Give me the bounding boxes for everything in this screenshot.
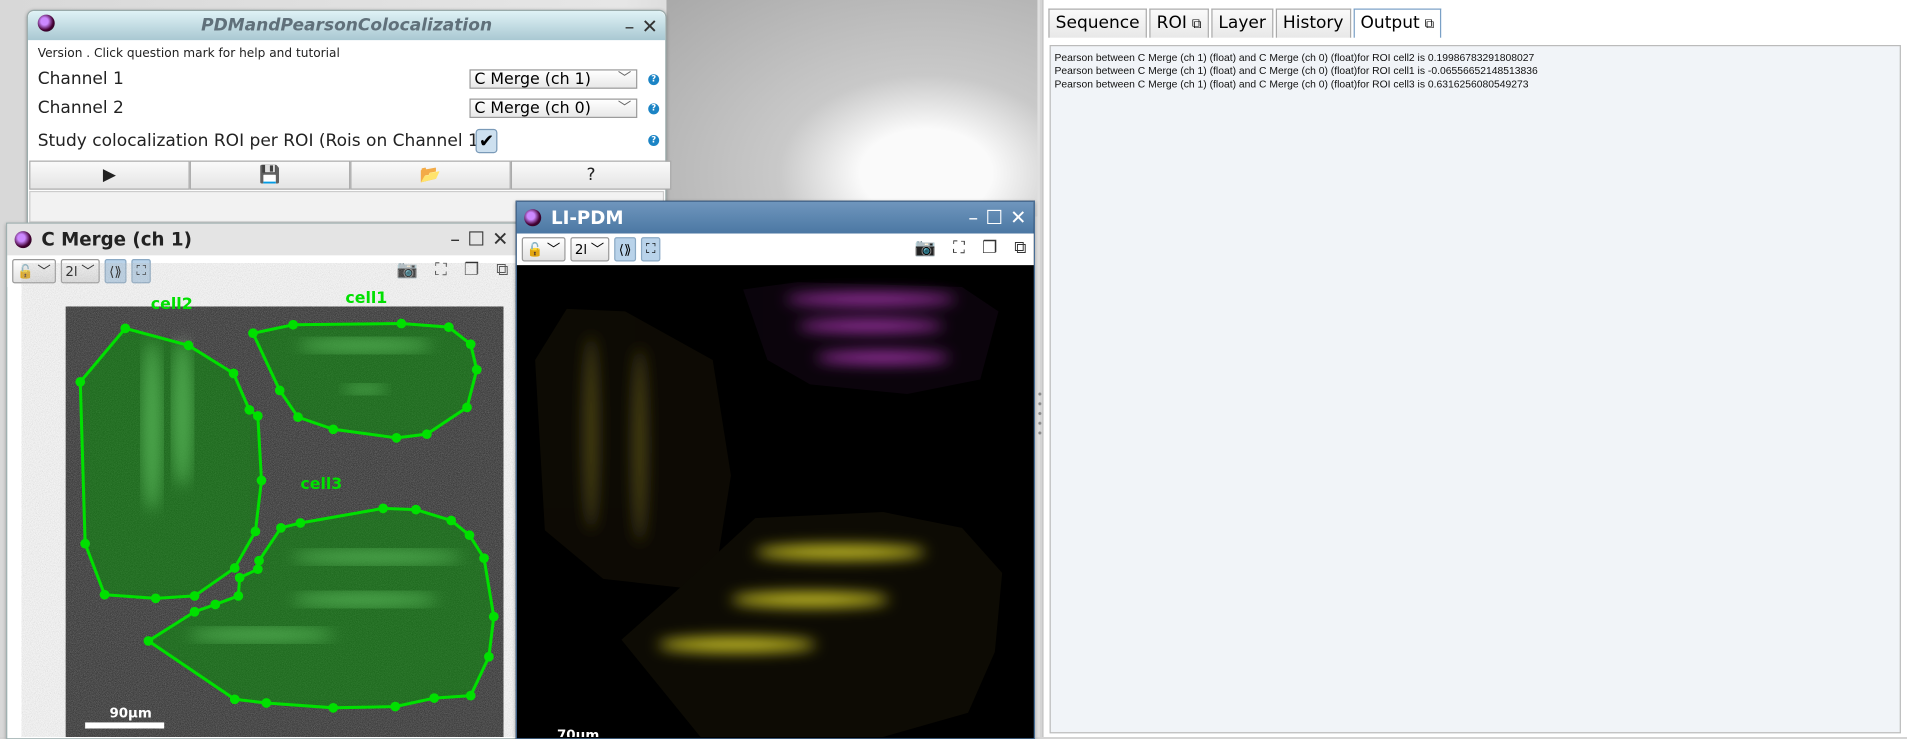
duplicate-icon[interactable]: ❐ — [982, 238, 997, 257]
signal-streak — [632, 347, 648, 543]
tab-label: History — [1282, 13, 1344, 33]
roi-label: cell3 — [300, 474, 342, 493]
roi-vertex-handle[interactable] — [465, 339, 476, 350]
roi-vertex-handle[interactable] — [189, 591, 200, 601]
scale-bar-label: 90µm — [109, 707, 151, 722]
roi-vertex-handle[interactable] — [391, 432, 402, 443]
roi-vertex-handle[interactable] — [234, 572, 245, 583]
roi-vertex-handle[interactable] — [465, 690, 476, 701]
roi-vertex-handle[interactable] — [429, 693, 440, 703]
roi-vertex-handle[interactable] — [233, 591, 244, 601]
roi-vertex-handle[interactable] — [75, 377, 86, 387]
tab-label: Sequence — [1055, 13, 1140, 33]
roi-vertex-handle[interactable] — [328, 424, 339, 435]
tab-bar: Sequence ROI ⧉ Layer History Output ⧉ — [1048, 8, 1442, 38]
maximize-icon[interactable]: ☐ — [985, 206, 1002, 229]
splitter-handle[interactable] — [1037, 389, 1043, 438]
roi-vertex-handle[interactable] — [295, 518, 306, 528]
screenshot-icon[interactable]: ⛶ — [953, 238, 965, 257]
roi-vertex-handle[interactable] — [183, 340, 194, 351]
roi-vertex-handle[interactable] — [443, 322, 454, 333]
close-icon[interactable]: ✕ — [1010, 206, 1026, 229]
roi-vertex-handle[interactable] — [378, 503, 388, 514]
signal-streak — [730, 592, 890, 607]
tab-history[interactable]: History — [1275, 8, 1351, 38]
roi-vertex-handle[interactable] — [228, 368, 239, 379]
roi-vertex-handle[interactable] — [411, 504, 421, 515]
roi-vertex-handle[interactable] — [462, 402, 472, 413]
roi-vertex-handle[interactable] — [484, 651, 494, 662]
minimize-icon[interactable]: – — [968, 206, 978, 229]
signal-streak — [797, 319, 944, 333]
sync-icon: ⟨⟫ — [618, 241, 632, 258]
external-link-icon[interactable]: ⧉ — [1425, 16, 1435, 32]
roi-vertex-handle[interactable] — [150, 593, 161, 604]
roi-vertex-handle[interactable] — [396, 318, 407, 329]
tab-layer[interactable]: Layer — [1211, 8, 1274, 38]
signal-streak — [755, 544, 926, 560]
roi-vertex-handle[interactable] — [229, 563, 240, 573]
app-icon — [524, 209, 542, 227]
roi-vertex-handle[interactable] — [422, 429, 432, 440]
tab-label: ROI — [1156, 13, 1187, 33]
roi-vertex-handle[interactable] — [274, 385, 285, 396]
fit-icon: ⛶ — [646, 240, 656, 257]
roi-vertex-handle[interactable] — [99, 589, 110, 600]
roi-vertex-handle[interactable] — [250, 526, 261, 537]
output-line: Pearson between C Merge (ch 1) (float) a… — [1054, 51, 1535, 64]
roi-vertex-handle[interactable] — [446, 515, 457, 526]
roi-vertex-handle[interactable] — [390, 701, 401, 712]
roi-vertex-handle[interactable] — [464, 530, 475, 540]
fit-button[interactable]: ⛶ — [641, 237, 661, 262]
viewer-title: LI-PDM — [550, 206, 624, 229]
scale-bar-label: 70µm — [557, 728, 599, 737]
roi-vertex-handle[interactable] — [471, 364, 482, 375]
roi-vertex-handle[interactable] — [248, 328, 258, 339]
roi-vertex-handle[interactable] — [143, 636, 154, 646]
output-line: Pearson between C Merge (ch 1) (float) a… — [1054, 64, 1538, 77]
roi-label: cell2 — [151, 294, 193, 313]
roi-vertex-handle[interactable] — [479, 553, 489, 564]
roi-vertex-handle[interactable] — [276, 522, 286, 533]
tab-label: Output — [1360, 13, 1420, 33]
output-console[interactable]: Pearson between C Merge (ch 1) (float) a… — [1049, 44, 1901, 734]
external-link-icon[interactable]: ⧉ — [1192, 16, 1202, 32]
roi-vertex-handle[interactable] — [120, 323, 131, 334]
output-line: Pearson between C Merge (ch 1) (float) a… — [1054, 77, 1529, 90]
image-canvas-lipdm[interactable]: 70µm — [518, 263, 1029, 738]
view-mode-dropdown[interactable]: 2l ﹀ — [570, 237, 610, 262]
external-link-icon[interactable]: ⧉ — [1014, 238, 1026, 257]
tab-sequence[interactable]: Sequence — [1048, 8, 1147, 38]
roi-vertex-handle[interactable] — [488, 611, 499, 622]
tab-output[interactable]: Output ⧉ — [1353, 8, 1442, 38]
roi-vertex-handle[interactable] — [252, 564, 263, 575]
signal-streak — [583, 335, 599, 531]
roi-vertex-handle[interactable] — [261, 698, 272, 708]
roi-vertex-handle[interactable] — [229, 694, 240, 705]
signal-streak — [816, 351, 950, 364]
scale-bar — [85, 722, 165, 729]
signal-streak — [785, 293, 956, 306]
roi-vertex-handle[interactable] — [328, 702, 339, 713]
roi-vertex-handle[interactable] — [189, 606, 200, 617]
lock-dropdown[interactable]: 🔓 ﹀ — [521, 237, 566, 262]
camera-icon[interactable]: 📷 — [915, 238, 936, 257]
roi-label: cell1 — [345, 288, 387, 307]
roi-vertex-handle[interactable] — [252, 411, 263, 421]
roi-vertex-handle[interactable] — [80, 538, 90, 549]
viewer-titlebar[interactable]: LI-PDM – ☐ ✕ — [516, 201, 1034, 234]
roi-vertex-handle[interactable] — [254, 555, 264, 566]
lock-icon: 🔓 — [526, 241, 544, 258]
roi-vertex-handle[interactable] — [288, 319, 298, 330]
signal-streak — [657, 637, 817, 652]
tab-label: Layer — [1218, 13, 1266, 33]
roi-vertex-handle[interactable] — [293, 412, 303, 423]
roi-vertex-handle[interactable] — [244, 404, 255, 415]
roi-vertex-handle[interactable] — [210, 599, 221, 610]
roi-vertex-handle[interactable] — [256, 475, 267, 486]
sync-button[interactable]: ⟨⟫ — [613, 237, 637, 262]
tab-roi[interactable]: ROI ⧉ — [1149, 8, 1209, 38]
view-mode-value: 2l — [574, 241, 588, 258]
